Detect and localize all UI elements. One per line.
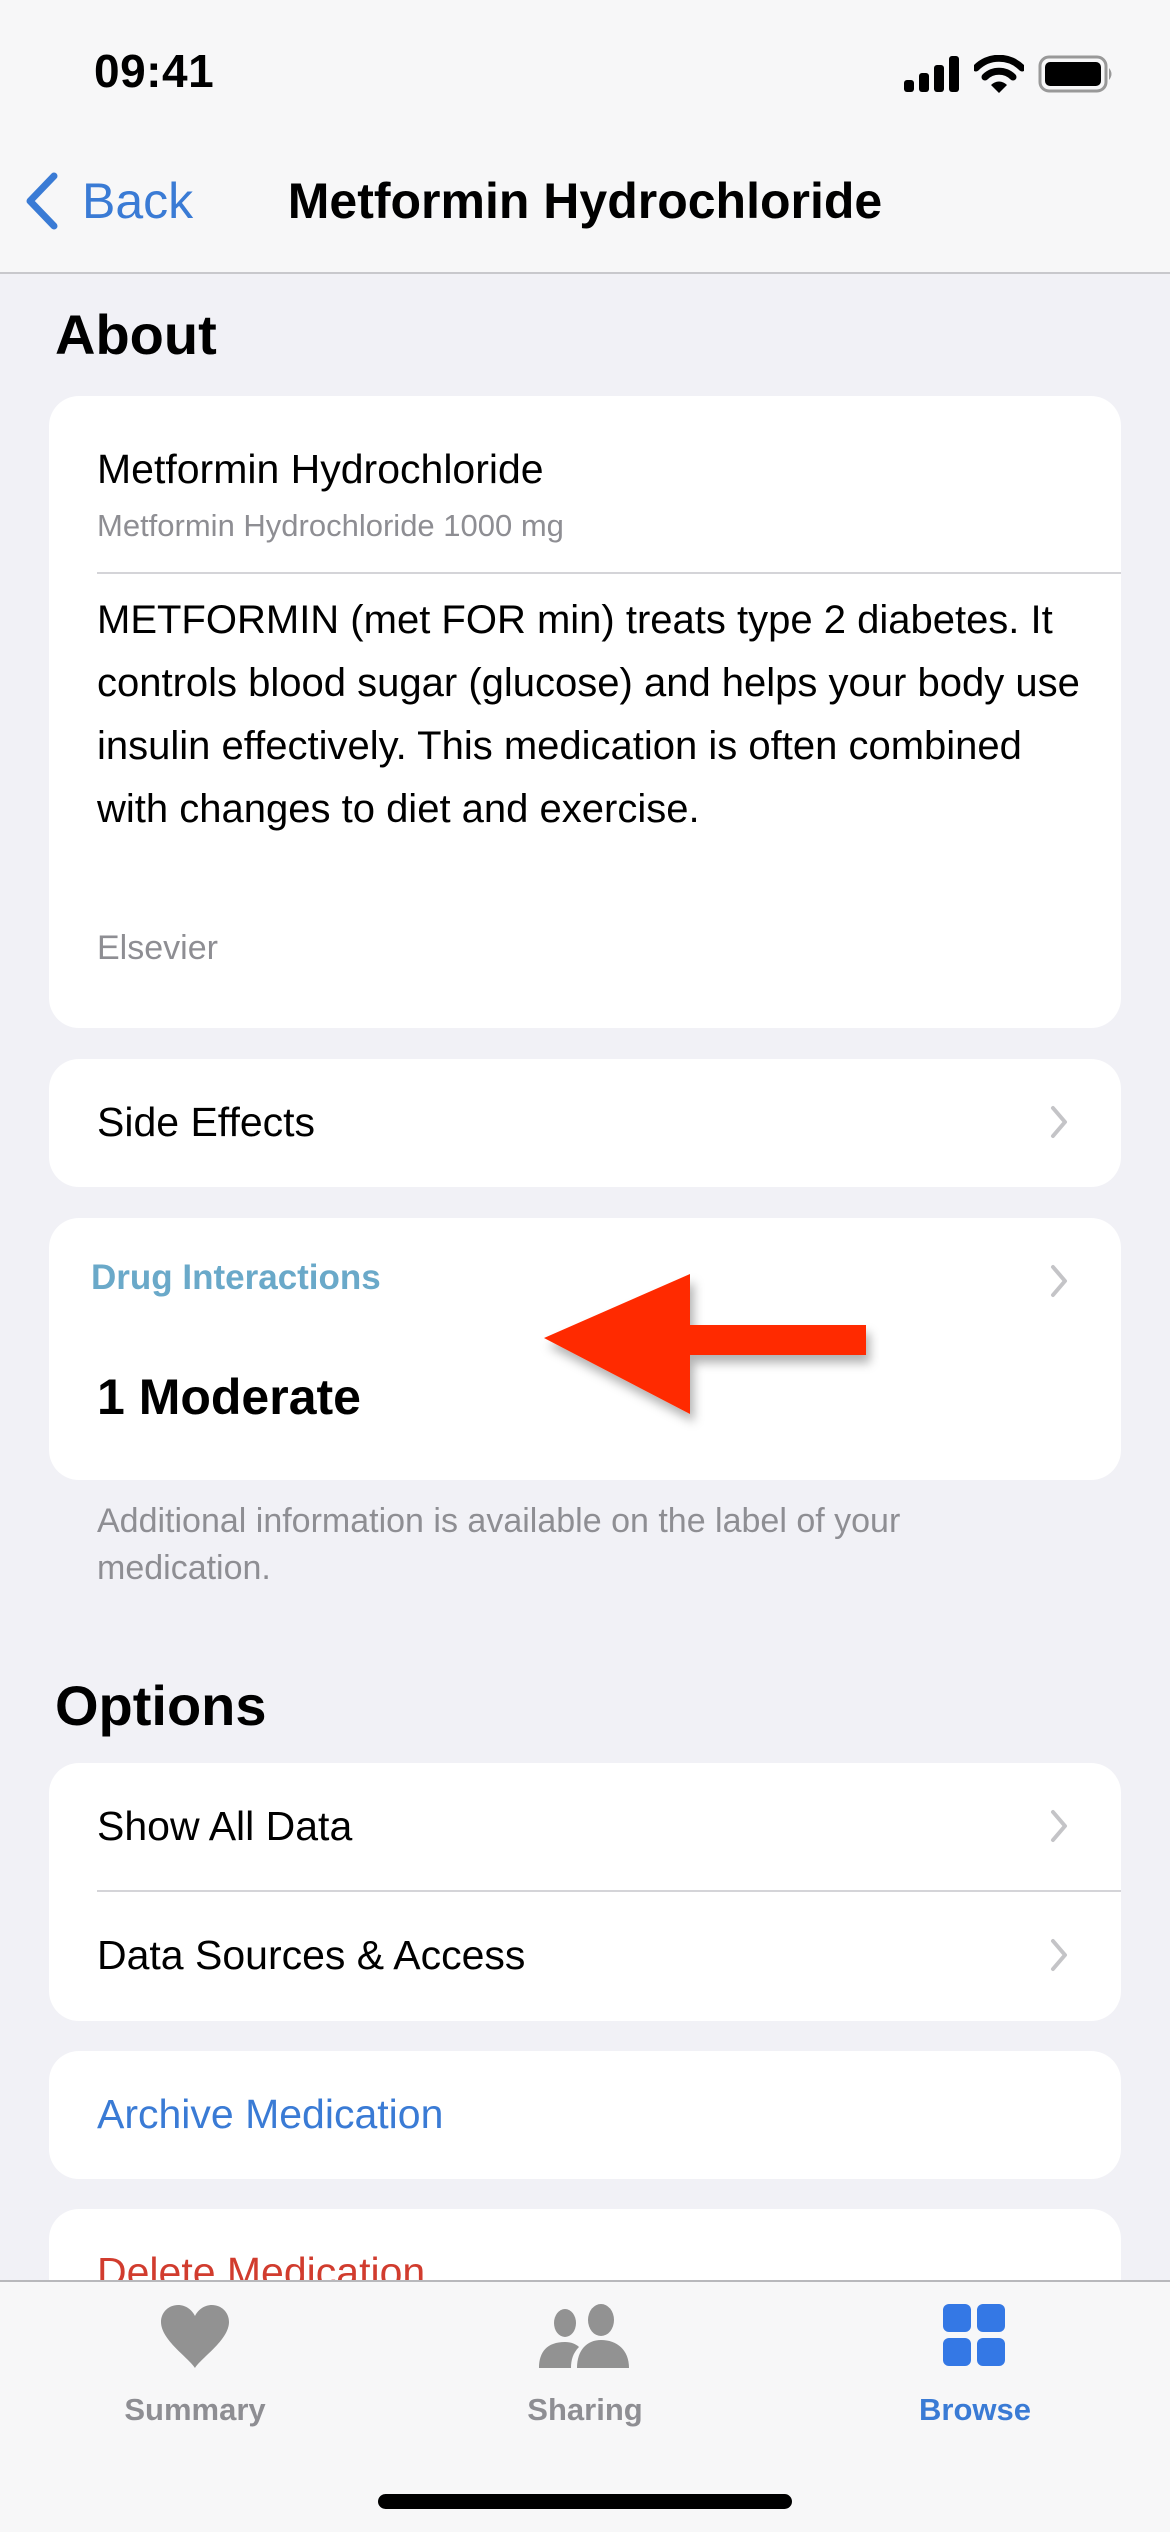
medication-dosage: Metformin Hydrochloride 1000 mg: [97, 508, 564, 543]
home-indicator[interactable]: [378, 2494, 792, 2509]
top-bar: 09:41 Metformin Hydrochloride Back: [0, 0, 1170, 274]
archive-medication-label: Archive Medication: [97, 2091, 444, 2137]
tab-browse[interactable]: Browse: [780, 2282, 1170, 2452]
chevron-right-icon: [1051, 1265, 1067, 1297]
chevron-right-icon: [1051, 1106, 1067, 1138]
status-time: 09:41: [94, 45, 215, 97]
chevron-left-icon: [26, 172, 58, 230]
data-sources-access-label: Data Sources & Access: [97, 1932, 526, 1978]
show-all-data-label: Show All Data: [97, 1803, 353, 1849]
tab-summary-label: Summary: [124, 2392, 266, 2427]
about-card: Metformin Hydrochloride Metformin Hydroc…: [49, 396, 1121, 1028]
chevron-right-icon: [1051, 1939, 1067, 1971]
medication-name: Metformin Hydrochloride: [97, 446, 544, 492]
drug-interactions-footnote: Additional information is available on t…: [97, 1502, 901, 1587]
page-title-text: Metformin Hydrochloride: [287, 173, 883, 229]
battery-icon: [1038, 55, 1112, 93]
show-all-data-row[interactable]: Show All Data: [49, 1763, 1121, 1891]
drug-interactions-count: 1 Moderate: [97, 1369, 361, 1425]
tab-sharing-label: Sharing: [527, 2392, 643, 2427]
archive-medication-button[interactable]: Archive Medication: [49, 2051, 1121, 2179]
medication-description: METFORMIN (met FOR min) treats type 2 di…: [97, 598, 1080, 831]
divider: [97, 572, 1121, 574]
options-section-title: Options: [55, 1674, 267, 1737]
cellular-signal-icon: [904, 56, 959, 92]
back-button[interactable]: Back: [24, 172, 193, 230]
grid-icon: [943, 2304, 1005, 2366]
tab-sharing[interactable]: Sharing: [390, 2282, 780, 2452]
wifi-icon: [974, 55, 1024, 93]
tab-summary[interactable]: Summary: [0, 2282, 390, 2452]
back-label: Back: [82, 173, 194, 229]
data-sources-access-row[interactable]: Data Sources & Access: [49, 1892, 1121, 2021]
status-icons: [904, 55, 1114, 93]
tab-bar: Summary Sharing Browse: [0, 2280, 1170, 2532]
chevron-right-icon: [1051, 1810, 1067, 1842]
tab-browse-label: Browse: [919, 2392, 1031, 2427]
about-section-title: About: [55, 303, 217, 366]
heart-icon: [161, 2305, 229, 2368]
side-effects-row[interactable]: Side Effects: [49, 1059, 1121, 1187]
drug-interactions-title: Drug Interactions: [91, 1258, 381, 1297]
description-source: Elsevier: [97, 929, 218, 967]
people-icon: [539, 2304, 629, 2368]
annotation-arrow-icon: [544, 1274, 866, 1414]
options-card: Show All Data Data Sources & Access: [49, 1763, 1121, 2021]
side-effects-label: Side Effects: [97, 1099, 316, 1145]
